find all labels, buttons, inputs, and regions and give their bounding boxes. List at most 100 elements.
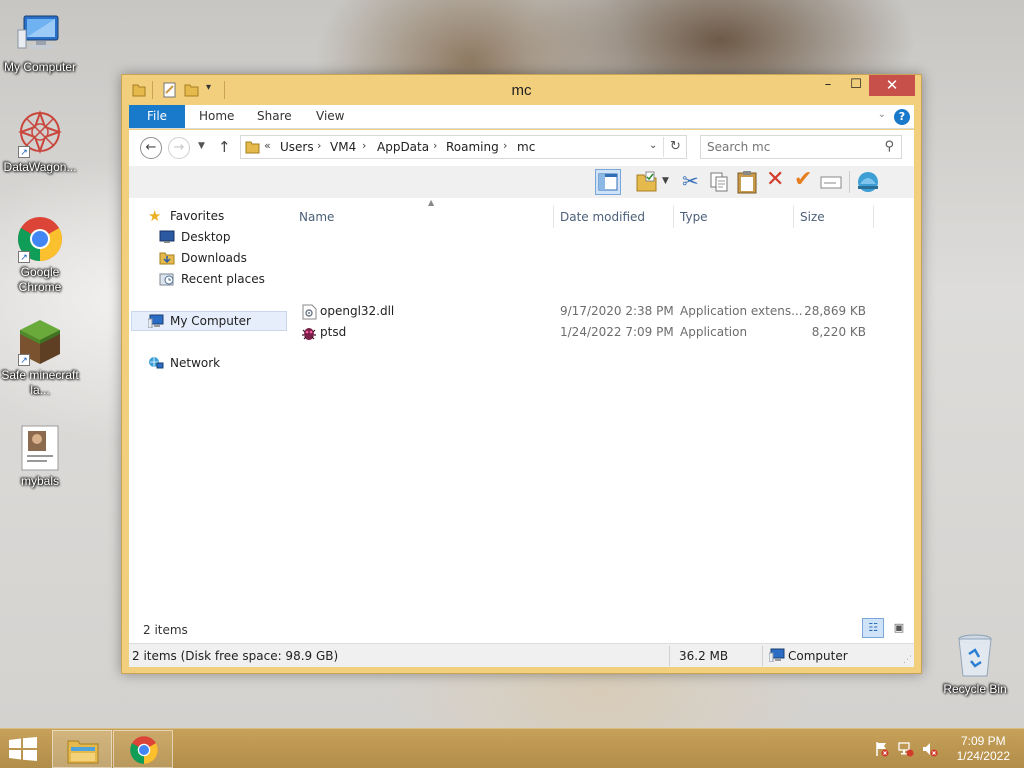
column-divider: [673, 206, 674, 228]
search-box[interactable]: ⚲: [700, 135, 902, 159]
delete-button[interactable]: ✕: [762, 167, 788, 195]
column-divider: [873, 206, 874, 228]
large-icons-view-icon[interactable]: ▣: [888, 619, 910, 639]
file-date: 9/17/2020 2:38 PM: [560, 304, 674, 318]
taskbar-clock[interactable]: 7:09 PM 1/24/2022: [957, 734, 1010, 764]
properties-check-button[interactable]: ✔: [790, 167, 816, 195]
column-divider: [793, 206, 794, 228]
scissors-icon: ✂: [682, 169, 699, 193]
desktop-icon: [159, 230, 175, 244]
file-list: ▲ Name Date modified Type Size opengl32.…: [299, 198, 914, 643]
up-arrow-icon[interactable]: ↑: [218, 138, 231, 156]
preview-pane-button[interactable]: [595, 169, 621, 195]
chevron-right-icon[interactable]: ›: [362, 139, 366, 152]
address-bar[interactable]: « Users › VM4 › AppData › Roaming › mc ⌄…: [240, 135, 687, 159]
desktop-icon-safe-minecraft[interactable]: ↗ Safe minecraft la...: [0, 318, 80, 398]
tab-file[interactable]: File: [129, 105, 185, 128]
minimize-button[interactable]: –: [815, 75, 841, 96]
clipboard-icon: [737, 171, 757, 194]
file-date: 1/24/2022 7:09 PM: [560, 325, 674, 339]
folder-check-icon: [636, 171, 657, 192]
desktop-icon-google-chrome[interactable]: ↗ Google Chrome: [0, 215, 80, 295]
datawagon-icon: ↗: [16, 110, 64, 158]
checkmark-icon: ✔: [794, 167, 813, 192]
delete-x-icon: ✕: [766, 167, 785, 192]
desktop-icon-my-computer[interactable]: My Computer: [0, 10, 80, 75]
breadcrumb-mc[interactable]: mc: [517, 140, 535, 154]
paste-button[interactable]: [734, 169, 760, 195]
table-row[interactable]: opengl32.dll 9/17/2020 2:38 PM Applicati…: [299, 302, 879, 322]
explorer-window[interactable]: ▾ mc – ☐ ✕ File Home Share View ⌄ ? ← → …: [121, 74, 922, 674]
desktop-icon-datawagon[interactable]: ↗ DataWagon...: [0, 110, 80, 175]
recent-locations-icon[interactable]: ▼: [198, 141, 205, 151]
network-status-icon[interactable]: [898, 741, 914, 760]
refresh-icon[interactable]: ↻: [670, 139, 681, 154]
copy-button[interactable]: [706, 169, 732, 195]
windows-logo-icon: [9, 737, 37, 761]
address-dropdown-icon[interactable]: ⌄: [649, 140, 657, 151]
maximize-button[interactable]: ☐: [843, 75, 869, 96]
chevron-right-icon[interactable]: ›: [433, 139, 437, 152]
sort-caret-icon: ▲: [428, 198, 435, 207]
toolbar-divider: [849, 171, 850, 193]
chevron-right-icon[interactable]: ›: [503, 139, 507, 152]
chevron-down-icon[interactable]: ▼: [662, 176, 669, 186]
network-icon: [148, 356, 164, 370]
content-area: ★ Favorites Desktop Downloads Recent pla…: [129, 198, 914, 643]
table-row[interactable]: ptsd 1/24/2022 7:09 PM Application 8,220…: [299, 323, 879, 343]
shell-button[interactable]: [855, 169, 881, 195]
status-location: Computer: [788, 649, 848, 663]
desktop-icon-mybals[interactable]: mybals: [0, 424, 80, 489]
computer-icon: [768, 648, 785, 665]
app-bug-icon: [301, 325, 317, 344]
recycle-bin-icon: [951, 632, 999, 680]
title-bar[interactable]: ▾ mc – ☐ ✕: [122, 75, 921, 105]
action-center-flag-icon[interactable]: [874, 741, 890, 760]
breadcrumb-overflow[interactable]: «: [264, 139, 271, 152]
column-divider: [553, 206, 554, 228]
breadcrumb-users[interactable]: Users: [280, 140, 314, 154]
column-header-name[interactable]: Name: [299, 210, 334, 224]
breadcrumb-roaming[interactable]: Roaming: [446, 140, 499, 154]
tab-share[interactable]: Share: [245, 105, 304, 128]
column-header-type[interactable]: Type: [680, 210, 708, 224]
copy-icon: [710, 172, 728, 192]
column-header-date-modified[interactable]: Date modified: [560, 210, 645, 224]
desktop-icon-recycle-bin[interactable]: Recycle Bin: [935, 632, 1015, 697]
taskbar-file-explorer[interactable]: [52, 730, 112, 768]
downloads-folder-icon: [159, 251, 175, 265]
breadcrumb-vm4[interactable]: VM4: [330, 140, 356, 154]
breadcrumb-appdata[interactable]: AppData: [377, 140, 429, 154]
folder-options-button[interactable]: [634, 169, 660, 195]
tab-view[interactable]: View: [304, 105, 356, 128]
status-bar: 2 items (Disk free space: 98.9 GB) 36.2 …: [129, 643, 914, 667]
tab-home[interactable]: Home: [187, 105, 246, 128]
desktop-icon-label: Recycle Bin: [943, 682, 1007, 696]
start-button[interactable]: [8, 737, 38, 764]
shortcut-arrow-icon: ↗: [18, 251, 30, 263]
resize-grip-icon[interactable]: ⋰: [903, 655, 912, 665]
help-icon[interactable]: ?: [894, 109, 910, 125]
taskbar-google-chrome[interactable]: [113, 730, 173, 768]
cut-button[interactable]: ✂: [678, 169, 704, 195]
address-divider: [663, 137, 664, 157]
search-icon[interactable]: ⚲: [884, 139, 894, 154]
details-view-icon[interactable]: ☷: [862, 618, 885, 638]
chevron-right-icon[interactable]: ›: [317, 139, 321, 152]
back-button[interactable]: ←: [140, 137, 162, 159]
my-computer-icon: [16, 10, 64, 58]
desktop-icon-label: Safe minecraft la...: [1, 368, 79, 397]
search-input[interactable]: [707, 140, 872, 154]
forward-button[interactable]: →: [168, 137, 190, 159]
status-divider: [669, 646, 670, 666]
file-type: Application: [680, 325, 748, 339]
preview-pane-icon: [598, 173, 618, 191]
expand-ribbon-icon[interactable]: ⌄: [878, 109, 886, 120]
volume-muted-icon[interactable]: [922, 741, 938, 760]
rename-icon: [820, 176, 842, 189]
close-button[interactable]: ✕: [869, 75, 915, 96]
recent-places-icon: [159, 272, 175, 286]
rename-button[interactable]: [818, 169, 844, 195]
toolbar: ▼ ✂ ✕ ✔: [129, 166, 914, 198]
column-header-size[interactable]: Size: [800, 210, 825, 224]
